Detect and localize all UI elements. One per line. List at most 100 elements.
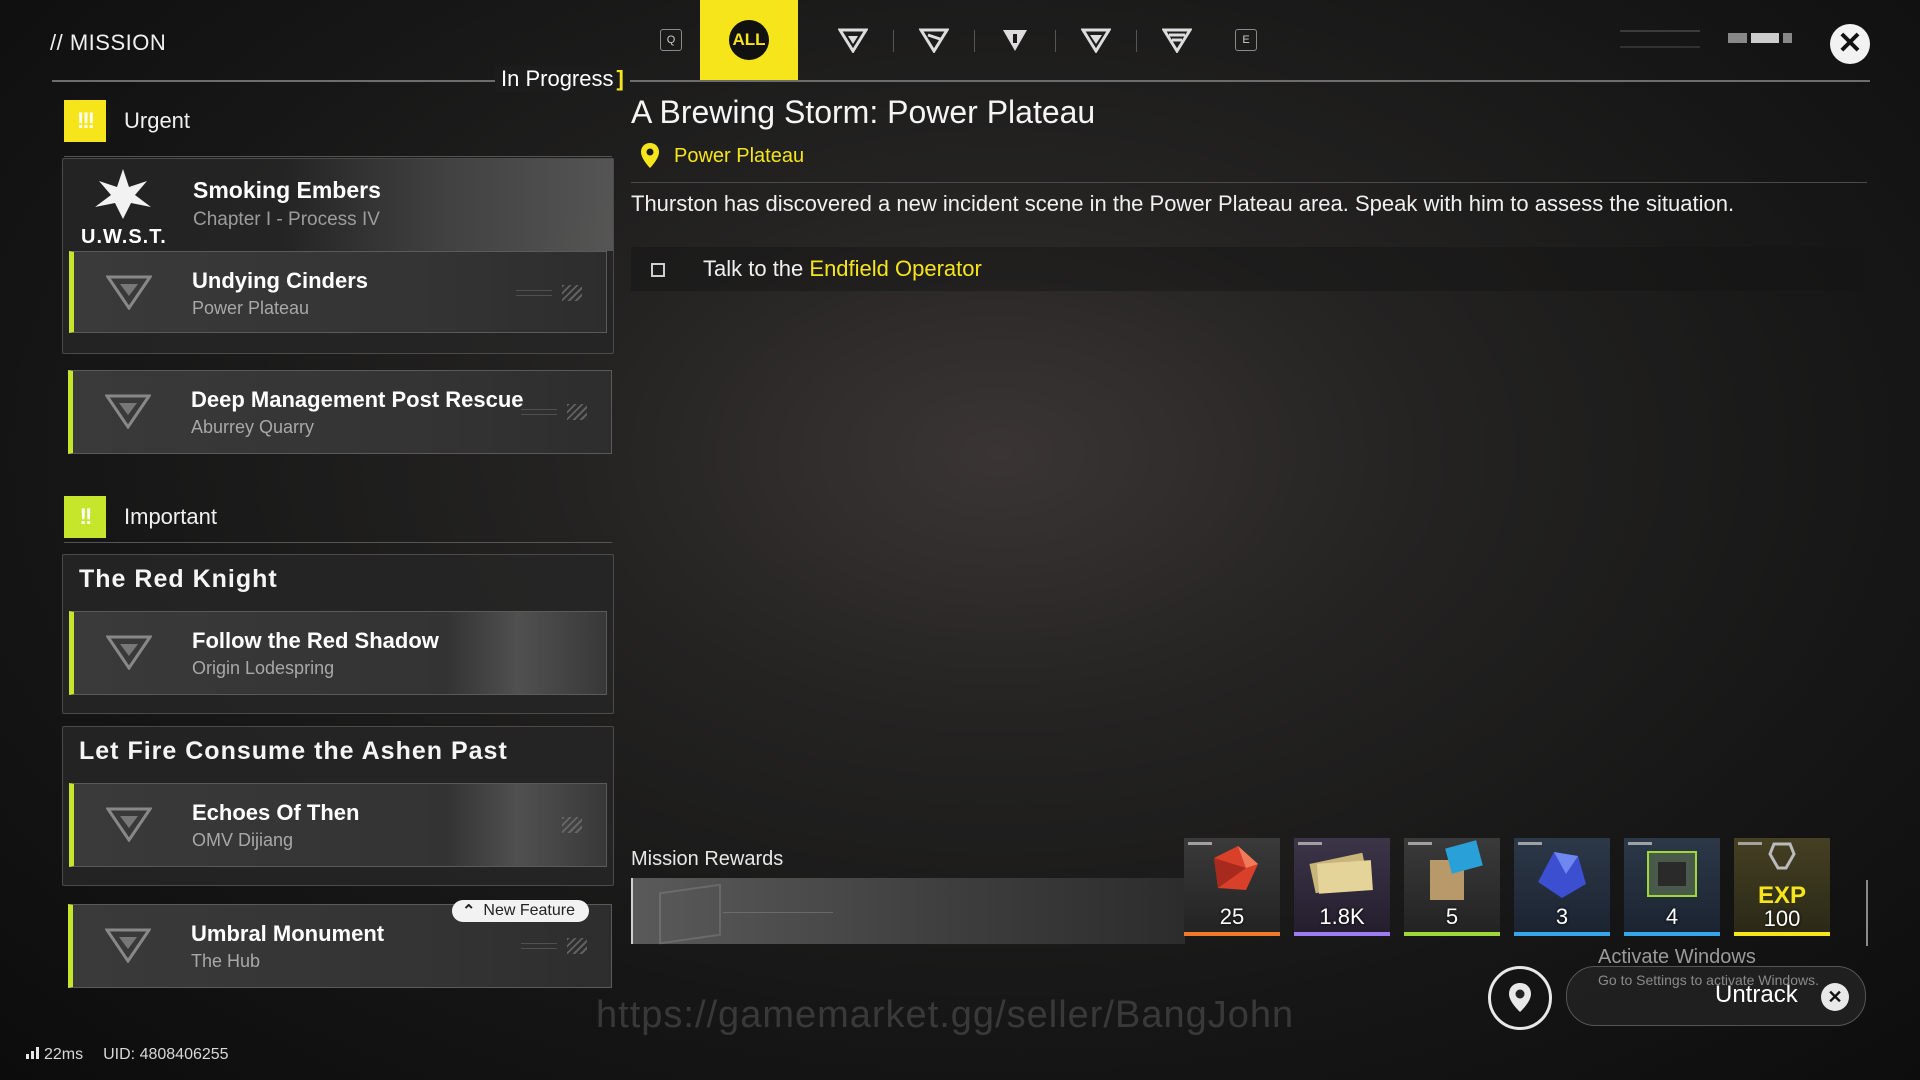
filter-tab-5[interactable] [1136, 0, 1217, 80]
reward-pip [1628, 842, 1652, 845]
featured-subtitle: Chapter I - Process IV [193, 209, 380, 230]
objective-text: Talk to the Endfield Operator [703, 256, 982, 282]
mission-description: Thurston has discovered a new incident s… [631, 191, 1735, 216]
mission-location: The Hub [191, 951, 261, 971]
mission-location: Power Plateau [192, 298, 310, 318]
reward-pip [1518, 842, 1542, 845]
mission-location-line: Power Plateau [640, 142, 804, 170]
new-feature-label: New Feature [483, 902, 575, 919]
mission-location-text[interactable]: Power Plateau [674, 145, 804, 168]
close-button[interactable]: ✕ [1830, 24, 1870, 64]
mission-filter-bar: Q ALL E [660, 0, 1257, 80]
filter-tab-3[interactable] [974, 0, 1055, 80]
mission-card-deep-management[interactable]: Deep Management Post Rescue Aburrey Quar… [68, 370, 612, 454]
page-title: // MISSION [50, 30, 167, 55]
activate-windows-subtitle: Go to Settings to activate Windows. [1598, 972, 1819, 988]
in-progress-label: In Progress] [495, 66, 630, 92]
signal-icon [26, 1047, 39, 1059]
reward-slot-3[interactable]: 5 [1404, 838, 1500, 936]
uwst-logo: U.W.S.T. [81, 167, 166, 248]
location-pin-icon [641, 143, 659, 168]
card-decoration [521, 943, 557, 949]
exp-card-icon [1430, 840, 1483, 900]
rewards-label: Mission Rewards [631, 848, 784, 870]
reward-slot-6[interactable]: EXP 100 [1734, 838, 1830, 936]
mission-type-icon [106, 275, 152, 310]
objective-checkbox [651, 263, 665, 277]
mission-type-icon [105, 394, 151, 429]
filter-a-icon [837, 28, 868, 53]
mission-type-icon [106, 635, 152, 670]
group-title: Let Fire Consume the Ashen Past [79, 737, 508, 765]
mission-name: Umbral Monument [191, 921, 385, 946]
close-icon: ✕ [1837, 27, 1863, 60]
group-title: The Red Knight [79, 565, 278, 593]
new-feature-badge: ⌃ New Feature [452, 900, 589, 922]
card-decoration [516, 290, 552, 296]
rewards-edge-line [1866, 880, 1868, 946]
mission-location: OMV Dijiang [192, 830, 294, 850]
mission-detail-title: A Brewing Storm: Power Plateau [631, 94, 1096, 130]
ping-indicator: 22ms [26, 1046, 83, 1064]
rewards-bar [631, 878, 1185, 945]
reward-count: 5 [1445, 904, 1459, 929]
mission-type-icon [106, 807, 152, 842]
hud-decoration [1620, 30, 1700, 48]
detail-divider [631, 182, 1867, 183]
filter-tab-4[interactable] [1055, 0, 1136, 80]
show-on-map-button[interactable] [1488, 966, 1552, 1030]
mission-name: Echoes Of Then [192, 800, 360, 825]
featured-title: Smoking Embers [193, 177, 381, 203]
reward-slot-2[interactable]: 1.8K [1294, 838, 1390, 936]
in-progress-text: In Progress [501, 66, 614, 91]
reward-count: 3 [1555, 904, 1569, 929]
filter-b-icon [918, 28, 949, 53]
mission-name: Deep Management Post Rescue [191, 387, 524, 412]
reward-pip [1738, 842, 1762, 845]
reward-count: 4 [1665, 904, 1679, 929]
filter-tab-2[interactable] [893, 0, 974, 80]
mission-location: Origin Lodespring [192, 658, 335, 678]
uwst-logo-text: U.W.S.T. [81, 226, 167, 248]
urgent-featured-group: U.W.S.T. Smoking Embers Chapter I - Proc… [62, 158, 614, 354]
mission-card-echoes-of-then[interactable]: Echoes Of Then OMV Dijiang [69, 783, 607, 867]
uwst-emblem-icon [95, 169, 151, 219]
group-ashen-past: Let Fire Consume the Ashen Past Echoes O… [62, 726, 614, 886]
reward-count: 1.8K [1319, 904, 1365, 929]
important-section-header: !! Important [64, 496, 612, 543]
card-stripe [562, 817, 582, 833]
reward-slot-4[interactable]: 3 [1514, 838, 1610, 936]
urgent-section-header: !!! Urgent [64, 100, 612, 157]
chevron-up-icon: ⌃ [462, 903, 476, 920]
mission-name: Follow the Red Shadow [192, 628, 439, 653]
urgent-badge-icon: !!! [64, 100, 106, 142]
header-divider [52, 80, 1870, 82]
chip-module-icon [1647, 851, 1697, 897]
tab-all-label: ALL [729, 20, 769, 60]
filter-d-icon [1080, 28, 1111, 53]
activate-windows-title: Activate Windows [1598, 946, 1756, 968]
tab-all[interactable]: ALL [700, 0, 798, 80]
character-portrait [446, 784, 606, 866]
close-icon: ✕ [1821, 983, 1849, 1011]
box-icon [659, 883, 721, 945]
mission-card-undying-cinders[interactable]: Undying Cinders Power Plateau [69, 251, 607, 333]
filter-e-icon [1161, 28, 1192, 53]
key-hint-right: E [1235, 29, 1257, 51]
character-portrait [446, 612, 606, 694]
card-stripe [562, 285, 582, 301]
minimap-toggle-icon[interactable] [1728, 30, 1792, 46]
reward-slot-5[interactable]: 4 [1624, 838, 1720, 936]
map-pin-icon [1509, 983, 1531, 1012]
objective-row: Talk to the Endfield Operator [631, 247, 1863, 291]
status-footer: 22ms UID: 4808406255 [26, 1046, 229, 1064]
reward-slot-1[interactable]: 25 [1184, 838, 1280, 936]
mission-card-follow-red-shadow[interactable]: Follow the Red Shadow Origin Lodespring [69, 611, 607, 695]
user-id: UID: 4808406255 [103, 1046, 229, 1063]
objective-prefix: Talk to the [703, 256, 810, 281]
red-crystal-icon [1214, 846, 1258, 890]
filter-tab-1[interactable] [812, 0, 893, 80]
key-hint-left: Q [660, 29, 682, 51]
bracket-mark: ] [616, 66, 624, 91]
card-stripe [567, 938, 587, 954]
